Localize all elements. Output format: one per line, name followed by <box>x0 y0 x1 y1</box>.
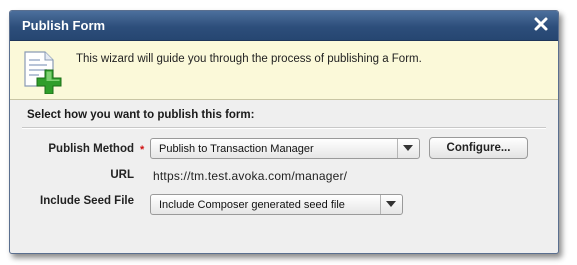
dialog-title: Publish Form <box>22 18 106 33</box>
url-value: https://tm.test.avoka.com/manager/ <box>153 169 348 183</box>
chevron-down-icon[interactable] <box>380 195 402 214</box>
seed-file-value: Include Composer generated seed file <box>159 199 345 211</box>
info-banner: This wizard will guide you through the p… <box>10 41 558 100</box>
seed-file-select[interactable]: Include Composer generated seed file <box>150 194 403 215</box>
chevron-down-icon[interactable] <box>397 139 419 158</box>
document-add-icon <box>23 50 63 95</box>
configure-button[interactable]: Configure... <box>429 137 528 159</box>
dialog-titlebar: Publish Form <box>10 11 558 41</box>
url-label: URL <box>110 169 134 181</box>
publish-method-label: Publish Method <box>48 143 134 155</box>
publish-method-select[interactable]: Publish to Transaction Manager <box>150 138 420 159</box>
section-divider <box>22 127 546 129</box>
close-icon[interactable] <box>533 16 549 32</box>
required-marker: * <box>140 144 145 156</box>
seed-file-label: Include Seed File <box>40 195 134 207</box>
section-heading: Select how you want to publish this form… <box>27 109 255 121</box>
publish-method-value: Publish to Transaction Manager <box>159 143 314 155</box>
intro-text: This wizard will guide you through the p… <box>76 53 422 65</box>
publish-form-dialog: Publish Form This wizard will guide you … <box>9 10 559 254</box>
